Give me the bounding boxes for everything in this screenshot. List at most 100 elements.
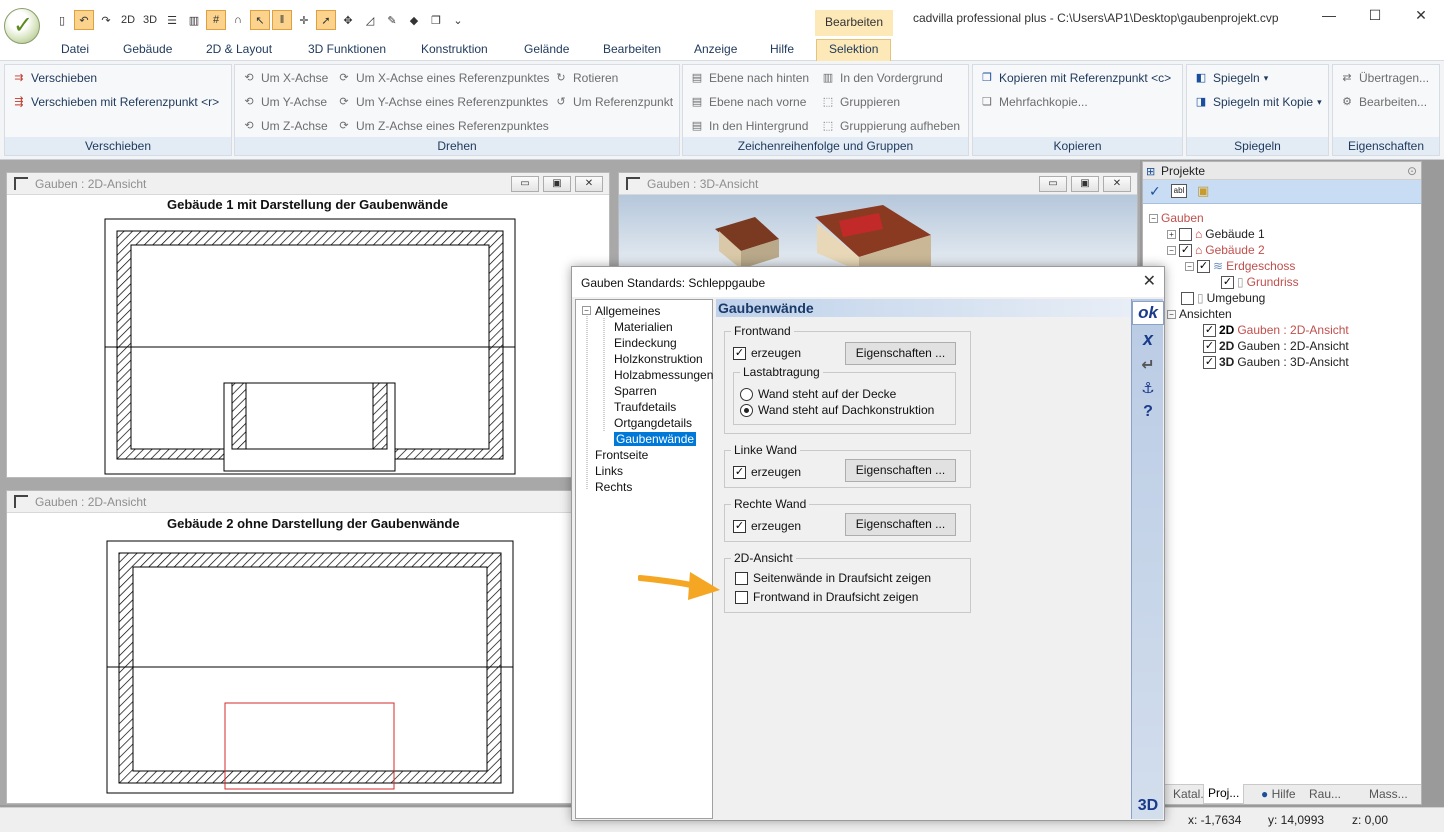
rotate-ref-point-button[interactable]: ↺ Um Referenzpunkt <box>553 95 673 109</box>
tab-selektion[interactable]: Selektion <box>816 39 892 61</box>
wand-auf-dachkonstruktion-radio[interactable]: Wand steht auf Dachkonstruktion <box>740 403 934 417</box>
view-2d-window-2[interactable]: Gauben : 2D-Ansicht Gebäude 2 ohne Darst… <box>6 490 610 804</box>
floorplan-drawing-2[interactable] <box>7 513 609 805</box>
grid-icon[interactable]: # <box>206 10 226 30</box>
select-cursor-icon[interactable]: ↖ <box>250 10 270 30</box>
collapse-icon[interactable]: − <box>582 306 591 315</box>
dialog-close-icon[interactable]: ✕ <box>1143 271 1156 291</box>
visibility-checkbox[interactable]: ✓ <box>1203 323 1216 337</box>
tree-node-sparren[interactable]: Sparren <box>614 384 657 398</box>
tree-node-rechts[interactable]: Rechts <box>595 480 632 494</box>
tab-gelaende[interactable]: Gelände <box>524 42 569 56</box>
tree-node-links[interactable]: Links <box>595 464 623 478</box>
collapse-icon[interactable]: − <box>1167 309 1176 319</box>
tree-item-grundriss[interactable]: ✓ ▯ Grundriss <box>1221 274 1299 290</box>
collapse-icon[interactable]: − <box>1185 261 1194 271</box>
gruppieren-button[interactable]: ⬚ Gruppieren <box>820 95 900 109</box>
tab-2d-layout[interactable]: 2D & Layout <box>206 42 272 56</box>
minimize-button[interactable]: ▭ <box>511 176 539 192</box>
tab-raum[interactable]: Rau... <box>1309 787 1341 801</box>
pen-icon[interactable]: ✎ <box>382 10 402 30</box>
seitenwaende-draufsicht-checkbox[interactable]: Seitenwände in Draufsicht zeigen <box>735 571 931 585</box>
minimize-button[interactable]: — <box>1306 0 1352 32</box>
view-3d-icon[interactable]: 3D <box>140 10 160 30</box>
customize-qat-icon[interactable]: ⌄ <box>448 10 468 30</box>
eraser-icon[interactable]: ◆ <box>404 10 424 30</box>
linke-wand-erzeugen-checkbox[interactable]: ✓ erzeugen <box>733 465 801 479</box>
view-3d-button[interactable]: 3D <box>1132 797 1164 815</box>
tree-item-ansichten[interactable]: − Ansichten <box>1167 306 1232 322</box>
tab-hilfe[interactable]: ● Hilfe <box>1261 787 1296 801</box>
wand-auf-decke-radio[interactable]: Wand steht auf der Decke <box>740 387 896 401</box>
tab-gebaeude[interactable]: Gebäude <box>123 42 172 56</box>
copy-icon[interactable]: ❐ <box>426 10 446 30</box>
magnet-icon[interactable]: ∩ <box>228 10 248 30</box>
crosshair-icon[interactable]: ✛ <box>294 10 314 30</box>
help-icon[interactable]: ? <box>1132 403 1164 421</box>
spiegeln-mit-kopie-button[interactable]: ◨ Spiegeln mit Kopie ▾ <box>1193 95 1322 109</box>
visibility-checkbox[interactable]: ✓ <box>1203 339 1216 353</box>
frontwand-erzeugen-checkbox[interactable]: ✓ erzeugen <box>733 346 801 360</box>
tree-item-umgebung[interactable]: ▯ Umgebung <box>1181 290 1265 306</box>
tab-konstruktion[interactable]: Konstruktion <box>421 42 488 56</box>
maximize-button[interactable]: ☐ <box>1352 0 1398 32</box>
collapse-icon[interactable]: − <box>1149 213 1158 223</box>
vertical-split-icon[interactable]: ▥ <box>184 10 204 30</box>
tree-node-holzabmessungen[interactable]: Holzabmessungen <box>614 368 713 382</box>
app-logo-button[interactable] <box>4 8 40 44</box>
visibility-checkbox[interactable]: ✓ <box>1221 275 1234 289</box>
view-2d-window-1[interactable]: Gauben : 2D-Ansicht ▭ ▣ ✕ Gebäude 1 mit … <box>6 172 610 478</box>
pointer-icon[interactable]: ➚ <box>316 10 336 30</box>
rotate-x-button[interactable]: ⟲ Um X-Achse <box>241 71 328 85</box>
tree-item-ansicht-3d[interactable]: ✓ 3D Gauben : 3D-Ansicht <box>1203 354 1349 370</box>
rotate-x-ref-button[interactable]: ⟳ Um X-Achse eines Referenzpunktes <box>336 71 549 85</box>
tab-mass[interactable]: Mass... <box>1369 787 1408 801</box>
spiegeln-button[interactable]: ◧ Spiegeln ▾ <box>1193 71 1268 85</box>
visibility-checkbox[interactable]: ✓ <box>1179 243 1192 257</box>
visibility-checkbox[interactable] <box>1179 227 1192 241</box>
checkbox-box[interactable]: ✓ <box>733 519 746 533</box>
tab-datei[interactable]: Datei <box>61 42 89 56</box>
close-button[interactable]: ✕ <box>1103 176 1131 192</box>
radio-button[interactable] <box>740 387 753 401</box>
rotieren-button[interactable]: ↻ Rotieren <box>553 71 618 85</box>
collapse-icon[interactable]: − <box>1167 245 1176 255</box>
tab-projekte[interactable]: Proj... <box>1203 784 1245 804</box>
maximize-button[interactable]: ▣ <box>1071 176 1099 192</box>
rechte-wand-erzeugen-checkbox[interactable]: ✓ erzeugen <box>733 519 801 533</box>
expand-icon[interactable]: + <box>1167 229 1176 239</box>
tree-item-gebaeude1[interactable]: + ⌂ Gebäude 1 <box>1167 226 1265 242</box>
apply-icon[interactable]: ↵ <box>1132 355 1164 375</box>
measure-icon[interactable]: ◿ <box>360 10 380 30</box>
move-icon[interactable]: ✥ <box>338 10 358 30</box>
tree-item-erdgeschoss[interactable]: − ✓ ≋ Erdgeschoss <box>1185 258 1295 274</box>
linke-wand-eigenschaften-button[interactable]: Eigenschaften ... <box>845 459 956 482</box>
ok-button[interactable]: ok <box>1132 301 1164 325</box>
ebene-nach-vorne-button[interactable]: ▤ Ebene nach vorne <box>689 95 807 109</box>
radio-button[interactable] <box>740 403 753 417</box>
minimize-button[interactable]: ▭ <box>1039 176 1067 192</box>
tree-node-eindeckung[interactable]: Eindeckung <box>614 336 677 350</box>
in-den-hintergrund-button[interactable]: ▤ In den Hintergrund <box>689 119 809 133</box>
tab-hilfe[interactable]: Hilfe <box>770 42 794 56</box>
columns-icon[interactable]: ‖ <box>272 10 292 30</box>
floorplan-drawing-1[interactable] <box>7 195 609 477</box>
tree-node-materialien[interactable]: Materialien <box>614 320 673 334</box>
verschieben-button[interactable]: ⇉ Verschieben <box>11 71 97 85</box>
checkbox-box[interactable]: ✓ <box>733 465 746 479</box>
tree-root-gauben[interactable]: − Gauben <box>1149 210 1204 226</box>
undo-icon[interactable]: ↶ <box>74 10 94 30</box>
new-file-icon[interactable]: ▯ <box>52 10 72 30</box>
rename-icon[interactable]: abl <box>1171 184 1187 198</box>
close-button[interactable]: ✕ <box>1398 0 1444 32</box>
checkbox-box[interactable] <box>735 571 748 585</box>
anchor-icon[interactable]: ⚓ <box>1132 379 1164 397</box>
check-icon[interactable]: ✓ <box>1149 183 1161 200</box>
kopieren-referenz-button[interactable]: ❐ Kopieren mit Referenzpunkt <c> <box>979 71 1171 85</box>
uebertragen-button[interactable]: ⇄ Übertragen... <box>1339 71 1429 85</box>
tree-item-ansicht-2d-2[interactable]: ✓ 2D Gauben : 2D-Ansicht <box>1203 338 1349 354</box>
tree-node-allgemeines[interactable]: Allgemeines <box>595 304 660 318</box>
redo-icon[interactable]: ↷ <box>96 10 116 30</box>
tree-item-gebaeude2[interactable]: − ✓ ⌂ Gebäude 2 <box>1167 242 1265 258</box>
tree-node-ortgangdetails[interactable]: Ortgangdetails <box>614 416 692 430</box>
